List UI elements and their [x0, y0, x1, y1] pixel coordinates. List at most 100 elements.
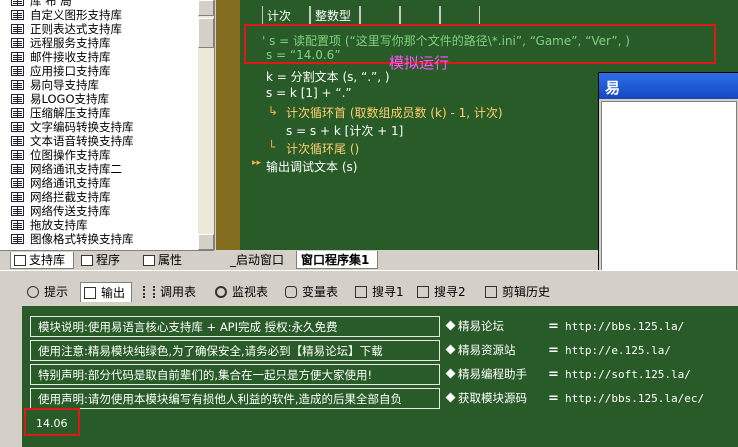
tab-properties[interactable]: 属性: [140, 252, 200, 269]
program-tab-icon: [81, 255, 93, 266]
tab-variables[interactable]: 变量表: [282, 282, 344, 302]
link-forum[interactable]: 精易论坛: [445, 316, 504, 337]
library-item[interactable]: 网络通讯支持库二: [0, 162, 200, 176]
clipboard-icon: [485, 286, 497, 298]
var-table-empty-cell[interactable]: [400, 6, 440, 26]
book-icon: [11, 136, 24, 146]
output-icon: [84, 287, 96, 299]
book-icon: [11, 94, 24, 104]
code-line-split[interactable]: k = 分割文本 (s, “.”, ): [266, 68, 390, 85]
library-item[interactable]: 自定义图形支持库: [0, 8, 200, 22]
book-icon: [11, 220, 24, 230]
library-item[interactable]: 易LOGO支持库: [0, 92, 200, 106]
var-table-type-cell[interactable]: 整数型: [310, 6, 360, 26]
tab-clip-history[interactable]: 剪辑历史: [482, 282, 554, 302]
tab-program[interactable]: 程序: [78, 252, 136, 269]
library-item[interactable]: 网络传送支持库: [0, 204, 200, 218]
library-item[interactable]: 网络通讯支持库: [0, 176, 200, 190]
library-item[interactable]: 文字编码转换支持库: [0, 120, 200, 134]
tab-startup-window[interactable]: _启动窗口: [226, 251, 292, 269]
tab-search1[interactable]: 搜寻1: [352, 282, 406, 302]
library-item[interactable]: 压缩解压支持库: [0, 106, 200, 120]
book-icon: [11, 10, 24, 20]
library-item[interactable]: 文本语音转换支持库: [0, 134, 200, 148]
library-item[interactable]: 远程服务支持库: [0, 36, 200, 50]
call-stack-icon: [143, 286, 155, 298]
link-source-code[interactable]: 获取模块源码: [445, 388, 527, 409]
library-item[interactable]: 图像格式转换支持库: [0, 232, 200, 246]
library-item[interactable]: 易向导支持库: [0, 78, 200, 92]
tab-search2[interactable]: 搜寻2: [414, 282, 470, 302]
book-icon: [11, 150, 24, 160]
line-marker-icon: ▸▸: [252, 158, 262, 168]
book-icon: [11, 206, 24, 216]
info-module-description: 模块说明:使用易语言核心支持库 + API完成 授权:永久免费: [30, 316, 440, 337]
book-icon: [11, 122, 24, 132]
tab-library[interactable]: 支持库: [10, 252, 74, 269]
link-resource-url[interactable]: http://e.125.la/: [565, 340, 671, 361]
properties-tab-icon: [143, 255, 155, 266]
var-table-name-cell[interactable]: 计次: [262, 6, 310, 26]
info-usage-declaration: 使用声明:请勿使用本模块编写有损他人利益的软件,造成的后果全部自负: [30, 388, 440, 409]
help-icon: [27, 286, 39, 298]
scroll-up-button[interactable]: [198, 0, 214, 16]
var-table-empty-cell[interactable]: [440, 6, 480, 26]
scroll-down-button[interactable]: [198, 234, 214, 250]
library-item[interactable]: 网络拦截支持库: [0, 190, 200, 204]
tab-output[interactable]: 输出: [80, 282, 132, 302]
book-icon: [11, 66, 24, 76]
code-line-concat[interactable]: s = k [1] + “.”: [266, 86, 352, 100]
tab-hint[interactable]: 提示: [24, 282, 74, 302]
output-left-strip: [0, 306, 22, 447]
tab-call-stack[interactable]: 调用表: [140, 282, 204, 302]
library-list: 库 布 局 自定义图形支持库 正则表达式支持库 远程服务支持库 邮件接收支持库 …: [0, 0, 200, 246]
link-assistant[interactable]: 精易编程助手: [445, 364, 527, 385]
code-line-loop-body[interactable]: s = s + k [计次 + 1]: [286, 122, 403, 139]
tab-watch[interactable]: 监视表: [212, 282, 274, 302]
code-line-loop-end[interactable]: 计次循环尾 (): [286, 140, 359, 157]
glasses-icon: [285, 286, 297, 298]
book-icon: [11, 192, 24, 202]
loop-arrow-icon: ↳: [268, 104, 279, 118]
book-icon: [11, 80, 24, 90]
link-source-url[interactable]: http://bbs.125.la/ec/: [565, 388, 704, 409]
library-item[interactable]: 库 布 局: [0, 0, 200, 8]
info-usage-notice: 使用注意:精易模块纯绿色,为了确保安全,请务必到【精易论坛】下载: [30, 340, 440, 361]
book-icon: [11, 38, 24, 48]
link-assistant-url[interactable]: http://soft.125.la/: [565, 364, 691, 385]
library-scrollbar[interactable]: [198, 0, 214, 250]
equals-sign: =: [548, 319, 559, 334]
magnifier-icon: [215, 286, 227, 298]
library-item[interactable]: 应用接口支持库: [0, 64, 200, 78]
window-tabs: _启动窗口 窗口程序集1: [216, 250, 598, 270]
book-icon: [11, 24, 24, 34]
search-result-icon: [355, 286, 367, 298]
library-item[interactable]: 邮件接收支持库: [0, 50, 200, 64]
floating-window[interactable]: 易: [598, 72, 738, 292]
floating-window-titlebar[interactable]: 易: [599, 73, 738, 99]
code-line-debug-output[interactable]: 输出调试文本 (s): [266, 158, 357, 175]
search-result-icon: [417, 286, 429, 298]
library-item[interactable]: 正则表达式支持库: [0, 22, 200, 36]
loop-end-marker-icon: └: [268, 140, 276, 154]
library-item[interactable]: 拖放支持库: [0, 218, 200, 232]
link-resource-site[interactable]: 精易资源站: [445, 340, 516, 361]
scroll-thumb[interactable]: [198, 18, 214, 48]
library-item[interactable]: 位图操作支持库: [0, 148, 200, 162]
diamond-icon: [445, 368, 456, 379]
highlight-box-code: [244, 24, 716, 64]
info-special-statement: 特别声明:部分代码是取自前辈们的,集合在一起只是方便大家使用!: [30, 364, 440, 385]
link-forum-url[interactable]: http://bbs.125.la/: [565, 316, 684, 337]
simulate-annotation: 模拟运行: [389, 54, 450, 72]
left-panel-tabs: 支持库 程序 属性: [0, 250, 214, 271]
library-tree-panel: 库 布 局 自定义图形支持库 正则表达式支持库 远程服务支持库 邮件接收支持库 …: [0, 0, 215, 250]
code-line-loop-start[interactable]: 计次循环首 (取数组成员数 (k) - 1, 计次): [286, 104, 503, 121]
floating-window-body: [601, 101, 737, 291]
app-logo-icon: 易: [605, 79, 621, 97]
book-icon: [11, 108, 24, 118]
book-icon: [11, 164, 24, 174]
var-table-empty-cell[interactable]: [360, 6, 400, 26]
tab-window-program-set[interactable]: 窗口程序集1: [296, 251, 378, 269]
library-item-label: 库 布 局: [30, 0, 72, 8]
book-icon: [11, 178, 24, 188]
